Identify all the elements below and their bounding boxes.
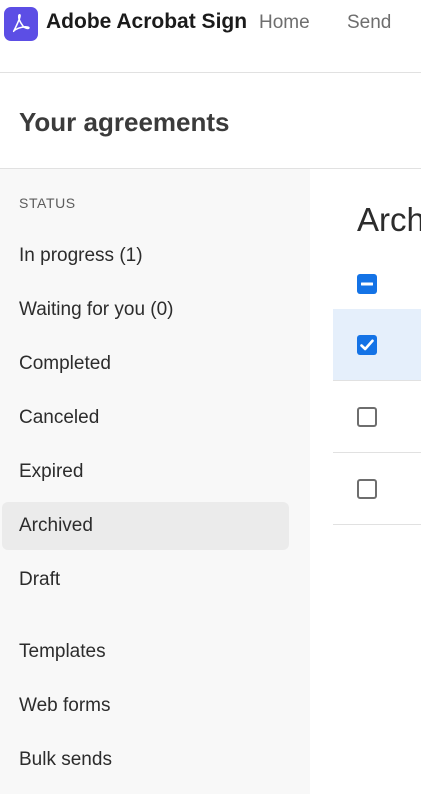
sidebar-item-bulk-sends[interactable]: Bulk sends	[2, 736, 289, 784]
sidebar-item-label: Expired	[19, 461, 84, 482]
sidebar: STATUS In progress (1) Waiting for you (…	[0, 169, 310, 794]
acrobat-logo-icon[interactable]	[4, 7, 38, 41]
top-bar: Adobe Acrobat Sign Home Send	[0, 0, 421, 73]
sidebar-item-label: Web forms	[19, 695, 111, 716]
minus-icon	[361, 282, 373, 286]
sidebar-item-label: Bulk sends	[19, 749, 112, 770]
page-header: Your agreements	[0, 73, 421, 169]
checkmark-icon	[360, 339, 374, 351]
status-section-label: STATUS	[19, 195, 76, 211]
sidebar-item-expired[interactable]: Expired	[2, 448, 289, 496]
sidebar-item-label: Archived	[19, 515, 93, 536]
table-row[interactable]	[333, 309, 421, 381]
list-title: Arch	[357, 201, 421, 238]
table-row[interactable]	[333, 381, 421, 453]
sidebar-item-label: Draft	[19, 569, 61, 590]
sidebar-item-archived[interactable]: Archived	[2, 502, 289, 550]
sidebar-item-label: In progress (1)	[19, 245, 143, 266]
select-all-checkbox[interactable]	[357, 274, 377, 294]
sidebar-item-label: Completed	[19, 353, 111, 374]
nav-home[interactable]: Home	[259, 12, 310, 34]
nav-send[interactable]: Send	[347, 12, 391, 34]
row-checkbox[interactable]	[357, 479, 377, 499]
page-title: Your agreements	[19, 107, 230, 137]
brand-name: Adobe Acrobat Sign	[46, 10, 248, 33]
sidebar-item-completed[interactable]: Completed	[2, 340, 289, 388]
row-checkbox[interactable]	[357, 407, 377, 427]
sidebar-item-in-progress[interactable]: In progress (1)	[2, 232, 289, 280]
sidebar-item-templates[interactable]: Templates	[2, 628, 289, 676]
sidebar-item-draft[interactable]: Draft	[2, 556, 289, 604]
agreements-list: Arch	[310, 169, 421, 794]
sidebar-item-web-forms[interactable]: Web forms	[2, 682, 289, 730]
sidebar-item-waiting-for-you[interactable]: Waiting for you (0)	[2, 286, 289, 334]
row-checkbox[interactable]	[357, 335, 377, 355]
table-row[interactable]	[333, 453, 421, 525]
sidebar-item-canceled[interactable]: Canceled	[2, 394, 289, 442]
sidebar-item-label: Waiting for you (0)	[19, 299, 174, 320]
sidebar-item-label: Canceled	[19, 407, 100, 428]
sidebar-item-label: Templates	[19, 641, 106, 662]
